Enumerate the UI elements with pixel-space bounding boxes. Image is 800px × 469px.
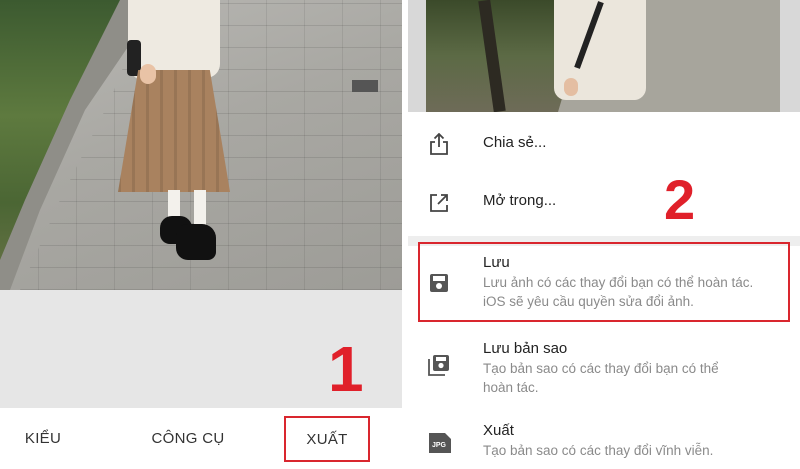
photo-hand <box>140 64 156 84</box>
save-highlight-box <box>418 242 790 322</box>
tab-tools[interactable]: CÔNG CỤ <box>140 408 236 469</box>
photo-hand <box>564 78 578 96</box>
right-screen: Chia sẻ... Mở trong... Lưu Lưu ảnh có cá… <box>408 0 800 469</box>
photo-drain <box>352 80 378 92</box>
jpg-icon: JPG <box>428 432 452 454</box>
menu-item-label: Mở trong... <box>483 192 557 209</box>
menu-item-label: Xuất <box>483 422 514 439</box>
menu-item-label: Lưu bản sao <box>483 340 568 357</box>
menu-item-open-in[interactable]: Mở trong... <box>408 174 800 236</box>
menu-item-label: Chia sẻ... <box>483 134 547 151</box>
step-marker-2: 2 <box>664 168 696 231</box>
menu-item-share[interactable]: Chia sẻ... <box>408 112 800 174</box>
menu-item-description: Tạo bản sao có các thay đổi vĩnh viễn. <box>483 443 714 458</box>
tab-styles[interactable]: KIỂU <box>8 408 78 469</box>
step-marker-1: 1 <box>328 333 364 405</box>
photo-leg <box>194 190 206 226</box>
photo-preview-thumbnail <box>408 0 800 112</box>
photo-frame-right <box>780 0 800 112</box>
menu-item-description: hoàn tác. <box>483 380 539 395</box>
photo-preview <box>0 0 402 290</box>
left-screen: 1 KIỂU CÔNG CỤ XUẤT <box>0 0 402 469</box>
open-external-icon <box>428 192 450 214</box>
photo-frame-left <box>408 0 426 112</box>
menu-item-export[interactable]: JPG Xuất Tạo bản sao có các thay đổi vĩn… <box>408 414 800 469</box>
bottom-tab-bar: KIỂU CÔNG CỤ XUẤT <box>0 408 402 469</box>
photo-shoe <box>176 224 216 260</box>
tab-export[interactable]: XUẤT <box>284 416 370 462</box>
save-copy-icon <box>428 354 450 376</box>
jpg-icon-label: JPG <box>432 442 447 449</box>
menu-item-description: Tạo bản sao có các thay đổi bạn có thể <box>483 361 719 376</box>
menu-item-save-copy[interactable]: Lưu bản sao Tạo bản sao có các thay đổi … <box>408 334 800 414</box>
share-icon <box>428 133 450 155</box>
